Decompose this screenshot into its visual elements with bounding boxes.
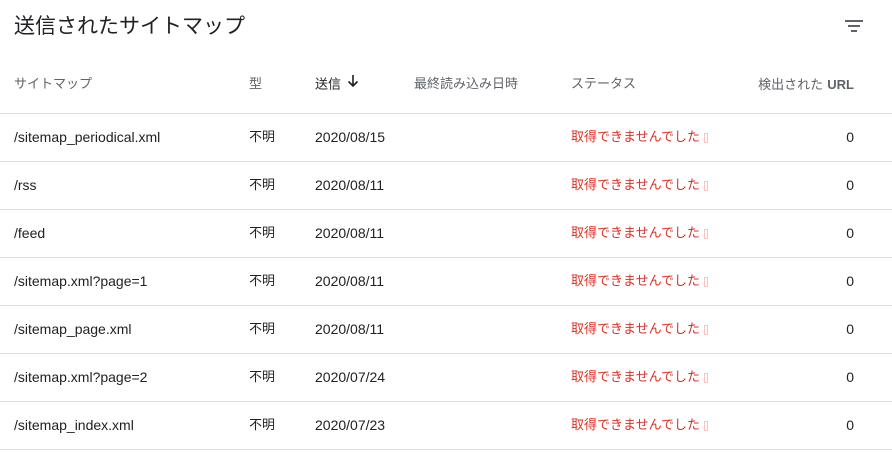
discovered-url-count: 0 <box>846 417 854 433</box>
column-header-last-read[interactable]: 最終読み込み日時 <box>414 62 518 114</box>
status-marker <box>703 276 708 287</box>
sitemap-type: 不明 <box>249 130 276 145</box>
submitted-date: 2020/08/11 <box>315 273 385 289</box>
status-marker <box>703 180 708 191</box>
arrow-down-icon <box>347 62 359 108</box>
status-label: 取得できませんでした <box>571 178 700 193</box>
sitemap-path: /sitemap_index.xml <box>14 417 134 433</box>
sitemap-type: 不明 <box>249 178 276 193</box>
table-row[interactable]: /sitemap.xml?page=2 不明 2020/07/24 取得できませんでし… <box>0 354 892 402</box>
table-body: /sitemap_periodical.xml 不明 2020/08/15 取得できま… <box>0 114 892 450</box>
submitted-date: 2020/07/23 <box>315 417 386 433</box>
submitted-date: 2020/08/11 <box>315 177 385 193</box>
sitemap-type: 不明 <box>249 322 276 337</box>
table-row[interactable]: /sitemap_periodical.xml 不明 2020/08/15 取得できま… <box>0 114 892 162</box>
sitemap-type: 不明 <box>249 274 276 289</box>
sitemap-path: /sitemap.xml?page=2 <box>14 369 148 385</box>
status-text: 取得できませんでした <box>571 402 708 450</box>
column-header-submitted-label: 送信 <box>315 77 342 93</box>
sitemap-type: 不明 <box>249 370 276 385</box>
discovered-url-count: 0 <box>846 177 854 193</box>
discovered-url-count: 0 <box>846 225 854 241</box>
submitted-date: 2020/07/24 <box>315 369 386 385</box>
filter-button[interactable] <box>840 12 868 40</box>
status-text: 取得できませんでした <box>571 354 708 402</box>
sitemap-path: /feed <box>14 225 46 241</box>
status-label: 取得できませんでした <box>571 226 700 241</box>
status-label: 取得できませんでした <box>571 418 700 433</box>
submitted-date: 2020/08/11 <box>315 321 385 337</box>
status-label: 取得できませんでした <box>571 274 700 289</box>
column-header-discovered-urls-label: 検出された <box>758 78 824 93</box>
status-label: 取得できませんでした <box>571 322 700 337</box>
table-row[interactable]: /sitemap_index.xml 不明 2020/07/23 取得できませんでした… <box>0 402 892 450</box>
status-label: 取得できませんでした <box>571 370 700 385</box>
sitemap-path: /sitemap_periodical.xml <box>14 129 161 145</box>
column-header-url-tag: URL <box>827 77 854 92</box>
status-label: 取得できませんでした <box>571 130 700 145</box>
page-title: 送信されたサイトマップ <box>14 14 245 38</box>
status-marker <box>703 420 708 431</box>
status-marker <box>703 228 708 239</box>
status-text: 取得できませんでした <box>571 306 708 354</box>
discovered-url-count: 0 <box>846 273 854 289</box>
column-header-status[interactable]: ステータス <box>571 62 636 114</box>
card-header: 送信されたサイトマップ <box>0 0 892 56</box>
status-text: 取得できませんでした <box>571 210 708 258</box>
column-header-submitted[interactable]: 送信 <box>315 62 359 114</box>
sitemap-path: /sitemap.xml?page=1 <box>14 273 148 289</box>
discovered-url-count: 0 <box>846 129 854 145</box>
table-row[interactable]: /rss 不明 2020/08/11 取得できませんでした 0 <box>0 162 892 210</box>
table-row[interactable]: /sitemap.xml?page=1 不明 2020/08/11 取得できませんでし… <box>0 258 892 306</box>
sitemap-type: 不明 <box>249 226 276 241</box>
sitemap-type: 不明 <box>249 418 276 433</box>
submitted-date: 2020/08/11 <box>315 225 385 241</box>
column-header-sitemap[interactable]: サイトマップ <box>14 62 92 114</box>
status-marker <box>703 132 708 143</box>
filter-list-icon <box>845 20 863 32</box>
discovered-url-count: 0 <box>846 321 854 337</box>
status-marker <box>703 324 708 335</box>
column-header-type[interactable]: 型 <box>249 62 262 114</box>
status-marker <box>703 372 708 383</box>
discovered-url-count: 0 <box>846 369 854 385</box>
status-text: 取得できませんでした <box>571 114 708 162</box>
status-text: 取得できませんでした <box>571 162 708 210</box>
status-text: 取得できませんでした <box>571 258 708 306</box>
sitemap-path: /sitemap_page.xml <box>14 321 132 337</box>
table-row[interactable]: /sitemap_page.xml 不明 2020/08/11 取得できませんでした 0 <box>0 306 892 354</box>
table-header: サイトマップ 型 送信 最終読み込み日時 ステータス 検出された URL <box>0 62 892 114</box>
sitemap-path: /rss <box>14 177 37 193</box>
table-row[interactable]: /feed 不明 2020/08/11 取得できませんでした 0 <box>0 210 892 258</box>
column-header-discovered-urls[interactable]: 検出された URL <box>758 62 854 114</box>
submitted-date: 2020/08/15 <box>315 129 386 145</box>
